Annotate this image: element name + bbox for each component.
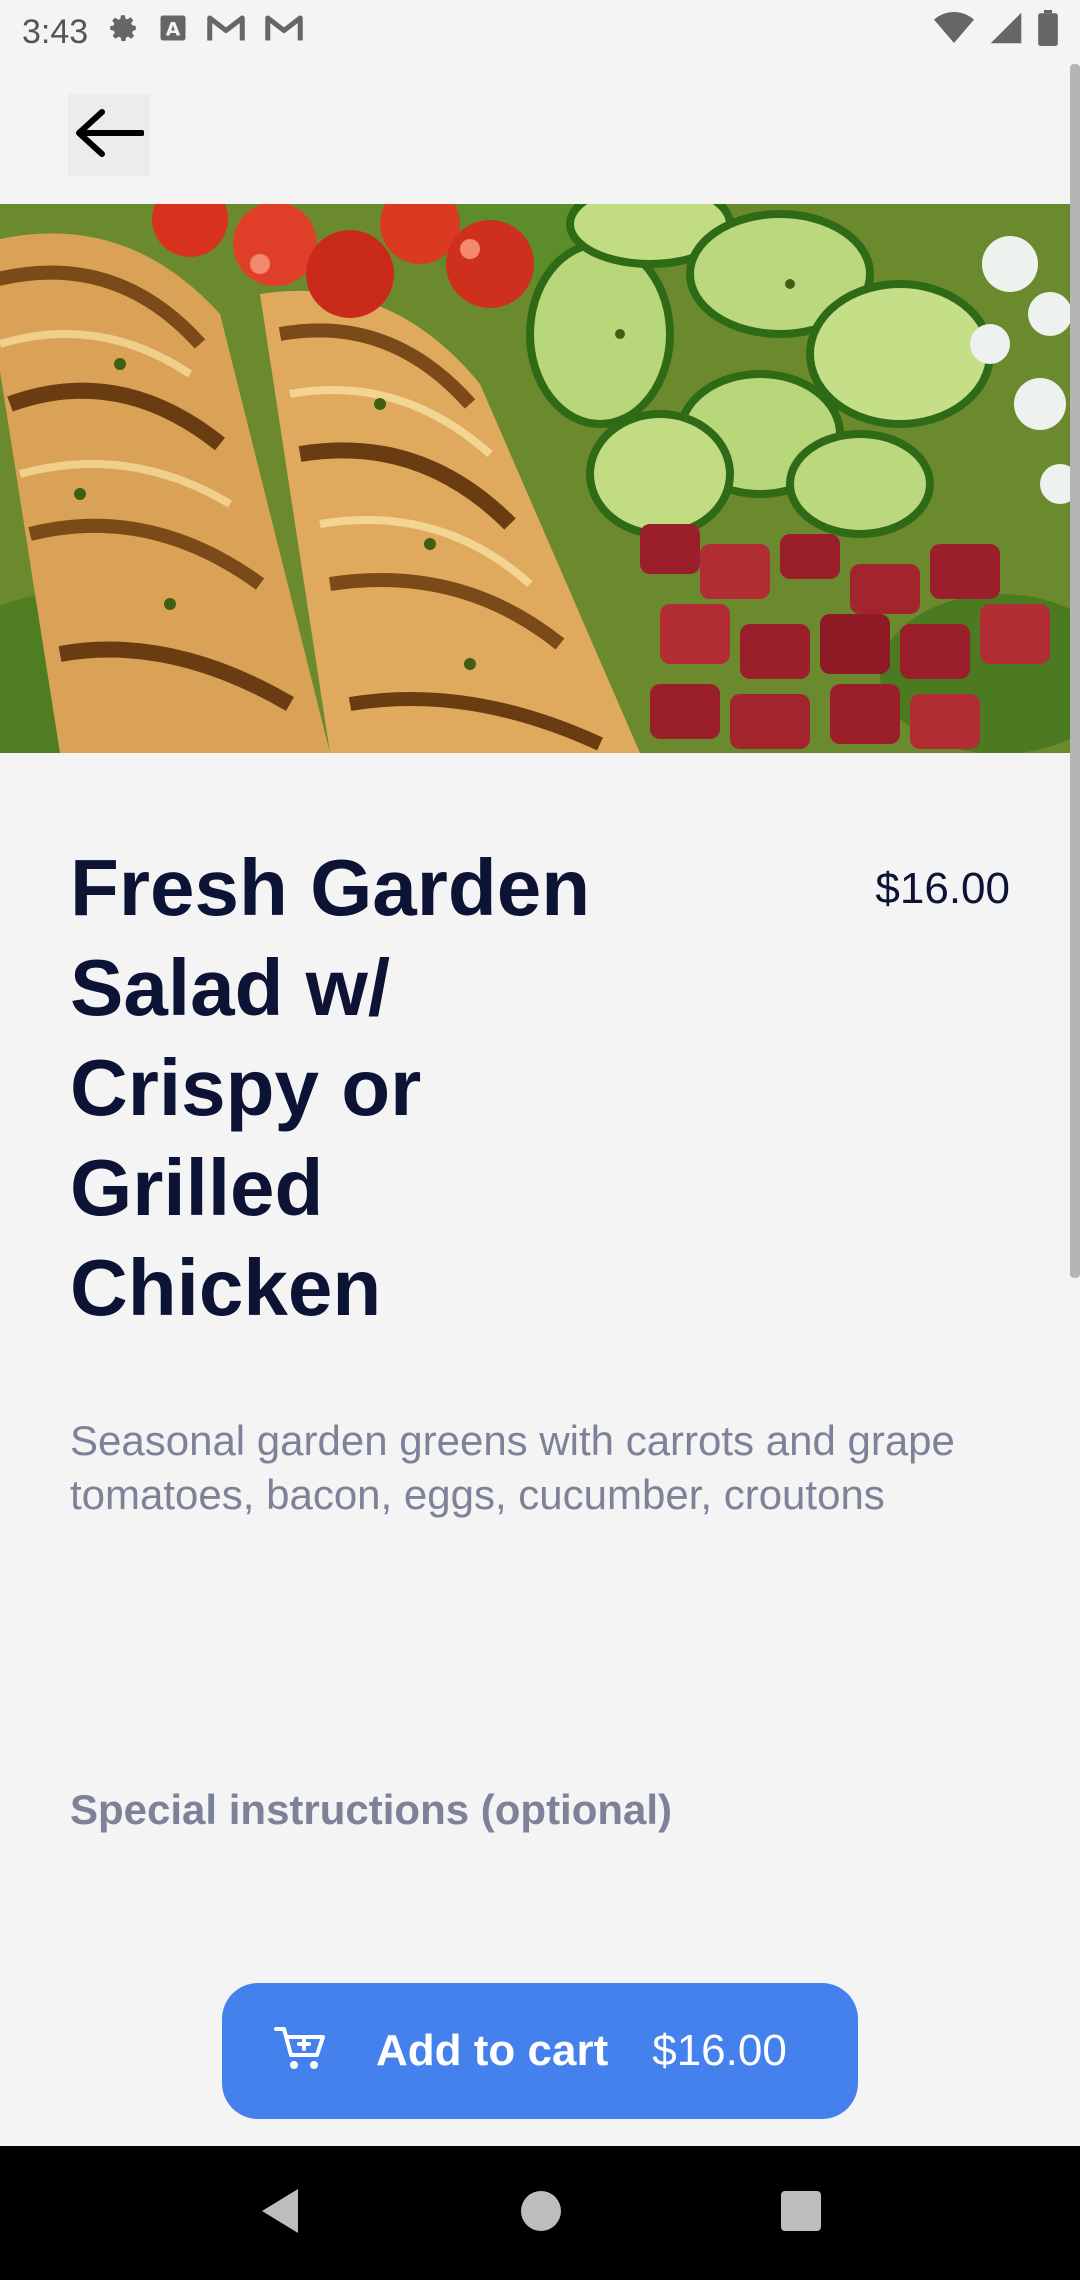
item-price: $16.00 xyxy=(875,864,1010,913)
arrow-left-icon xyxy=(74,108,145,163)
special-instructions-label: Special instructions (optional) xyxy=(70,1786,673,1833)
signal-icon xyxy=(988,11,1024,54)
home-circle-icon[interactable] xyxy=(519,2189,563,2238)
font-a-icon: A xyxy=(158,13,188,52)
gmail-icon xyxy=(206,13,246,52)
scrollbar[interactable] xyxy=(1070,64,1080,1278)
status-right xyxy=(934,9,1058,55)
navigation-bar xyxy=(0,2146,1080,2280)
status-bar: 3:43 A xyxy=(0,0,1080,64)
add-to-cart-button[interactable]: Add to cart $16.00 xyxy=(222,1983,858,2119)
gear-icon xyxy=(106,11,140,54)
wifi-icon xyxy=(934,11,974,54)
recents-square-icon[interactable] xyxy=(780,2190,822,2237)
back-triangle-icon[interactable] xyxy=(258,2187,302,2240)
gmail-icon xyxy=(264,13,304,52)
status-time: 3:43 xyxy=(22,12,89,51)
item-title: Fresh Garden Salad w/ Crispy or Grilled … xyxy=(70,843,591,1332)
battery-icon xyxy=(1038,9,1058,55)
svg-text:A: A xyxy=(166,19,181,40)
item-description: Seasonal garden greens with carrots and … xyxy=(70,1417,955,1518)
back-button[interactable] xyxy=(68,94,150,176)
status-left: 3:43 A xyxy=(22,11,304,54)
add-to-cart-price: $16.00 xyxy=(652,2026,787,2075)
cart-plus-icon xyxy=(274,2025,326,2078)
food-image xyxy=(0,204,1080,753)
add-to-cart-label: Add to cart xyxy=(376,2026,609,2075)
